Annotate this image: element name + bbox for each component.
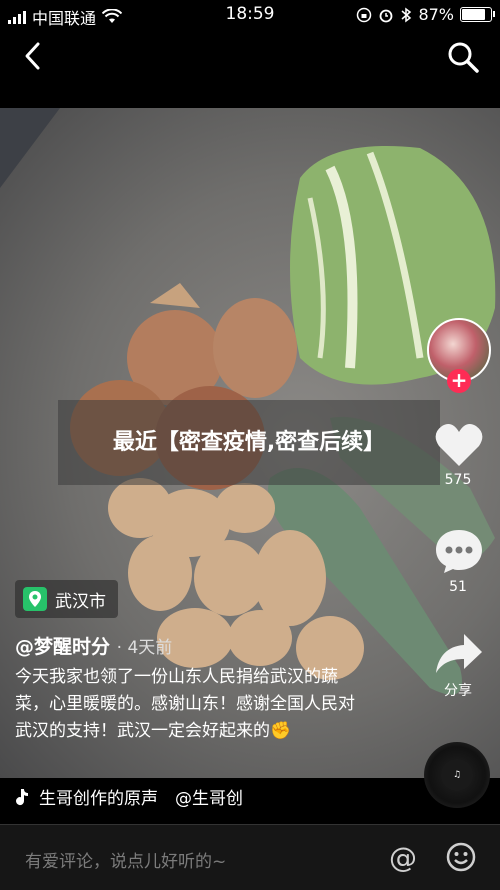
share-icon [436,634,482,673]
heart-icon [435,424,483,466]
location-label: 武汉市 [55,591,106,612]
top-bar [0,30,500,108]
share-label: 分享 [444,683,472,699]
battery-icon [460,7,495,22]
music-disc-cover: ♫ [441,759,473,791]
author-line: @梦醒时分 · 4天前 [15,632,172,659]
like-count: 575 [444,472,472,488]
emoji-icon[interactable] [446,842,476,872]
comment-icon [436,530,482,573]
follow-button[interactable]: + [447,369,471,393]
alarm-icon [380,9,393,22]
post-description: 今天我家也领了一份山东人民捐给武汉的蔬菜，心里暖暖的。感谢山东！感谢全国人民对武… [15,667,355,741]
status-bar: 中国联通 18:59 87% [0,0,500,30]
search-icon[interactable] [446,40,480,74]
music-note-icon [16,788,28,805]
location-tag[interactable]: 武汉市 [15,580,118,618]
comment-count: 51 [449,579,467,595]
author-name[interactable]: @梦醒时分 [15,636,110,658]
comment-input[interactable]: 有爱评论，说点儿好听的~ [25,847,226,872]
share-button[interactable]: 分享 [434,632,482,700]
location-pin-icon [23,587,47,611]
battery-percent: 87% [418,5,454,24]
music-title: 生哥创作的原声 @生哥创 [39,789,243,809]
comment-bar[interactable]: 有爱评论，说点儿好听的~ @ [0,824,500,890]
back-icon[interactable] [20,40,46,72]
comment-button[interactable]: 51 [434,527,482,595]
post-time: · 4天前 [116,638,173,658]
music-disc[interactable]: ♫ [424,742,490,808]
at-icon[interactable]: @ [389,841,417,874]
video-title: 最近【密查疫情,密查后续】 [58,400,440,485]
orientation-lock-icon [357,7,372,22]
like-button[interactable]: 575 [434,422,483,488]
music-info[interactable]: 生哥创作的原声 @生哥创 [15,784,285,809]
bluetooth-icon [401,7,412,22]
